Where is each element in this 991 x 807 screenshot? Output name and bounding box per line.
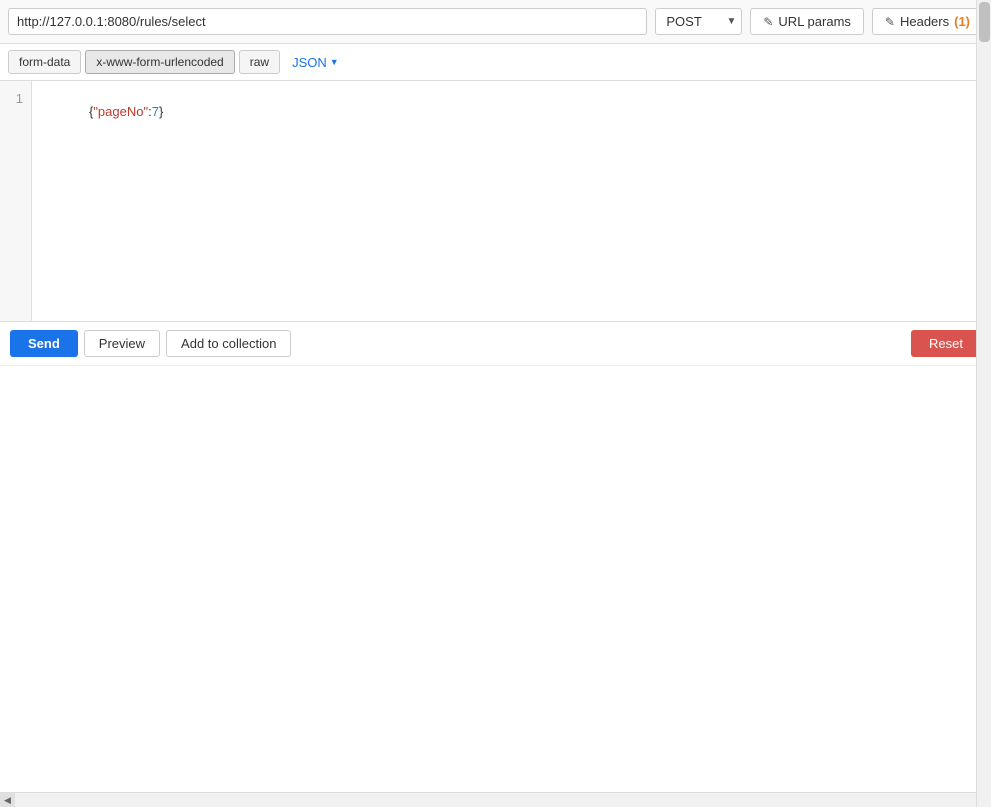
top-bar: POST GET PUT DELETE PATCH ▼ ✎ URL params… bbox=[0, 0, 991, 44]
add-to-collection-button[interactable]: Add to collection bbox=[166, 330, 291, 357]
bottom-scrollbar[interactable]: ◀ bbox=[0, 792, 976, 807]
scrollbar-thumb[interactable] bbox=[979, 2, 990, 42]
scroll-left-arrow-icon[interactable]: ◀ bbox=[0, 793, 15, 807]
url-params-label: URL params bbox=[778, 14, 850, 29]
code-key: "pageNo" bbox=[93, 104, 148, 119]
reset-button[interactable]: Reset bbox=[911, 330, 981, 357]
line-numbers: 1 bbox=[0, 81, 32, 321]
method-select[interactable]: POST GET PUT DELETE PATCH bbox=[655, 8, 742, 35]
line-number-1: 1 bbox=[0, 89, 31, 110]
edit-icon: ✎ bbox=[763, 15, 773, 29]
tab-urlencoded[interactable]: x-www-form-urlencoded bbox=[85, 50, 234, 74]
url-input[interactable] bbox=[8, 8, 647, 35]
json-label: JSON bbox=[292, 55, 327, 70]
method-wrapper: POST GET PUT DELETE PATCH ▼ bbox=[655, 8, 742, 35]
tab-json[interactable]: JSON ▼ bbox=[284, 51, 347, 74]
headers-count-badge: (1) bbox=[954, 14, 970, 29]
preview-button[interactable]: Preview bbox=[84, 330, 160, 357]
json-chevron-icon: ▼ bbox=[330, 57, 339, 67]
right-scrollbar[interactable] bbox=[976, 0, 991, 807]
body-tabs-bar: form-data x-www-form-urlencoded raw JSON… bbox=[0, 44, 991, 81]
action-bar: Send Preview Add to collection Reset bbox=[0, 322, 991, 366]
code-value: 7 bbox=[152, 104, 159, 119]
send-button[interactable]: Send bbox=[10, 330, 78, 357]
headers-edit-icon: ✎ bbox=[885, 15, 895, 29]
close-brace: } bbox=[159, 104, 163, 119]
headers-button[interactable]: ✎ Headers (1) bbox=[872, 8, 983, 35]
bottom-scrollbar-track[interactable] bbox=[15, 793, 976, 807]
code-editor: 1 {"pageNo":7} ⇲ bbox=[0, 81, 991, 322]
tab-raw[interactable]: raw bbox=[239, 50, 280, 74]
code-content-area[interactable]: {"pageNo":7} bbox=[32, 81, 991, 321]
headers-label: Headers bbox=[900, 14, 949, 29]
tab-form-data[interactable]: form-data bbox=[8, 50, 81, 74]
url-params-button[interactable]: ✎ URL params bbox=[750, 8, 864, 35]
